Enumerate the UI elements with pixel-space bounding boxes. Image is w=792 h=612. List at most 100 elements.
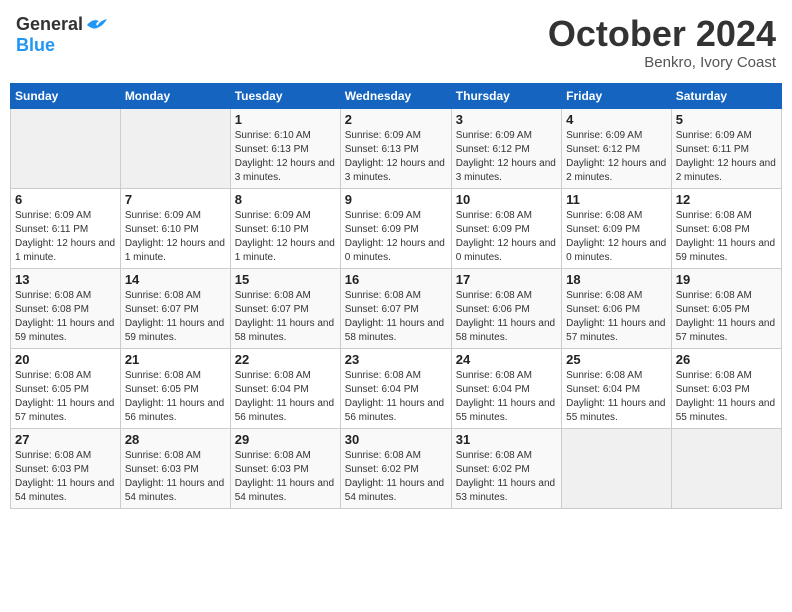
day-number: 1 <box>235 112 336 127</box>
calendar-day-cell <box>671 428 781 508</box>
day-info: Sunrise: 6:09 AMSunset: 6:12 PMDaylight:… <box>456 129 557 185</box>
day-number: 17 <box>456 272 557 287</box>
calendar-day-cell: 21 Sunrise: 6:08 AMSunset: 6:05 PMDayligh… <box>120 348 230 428</box>
location-subtitle: Benkro, Ivory Coast <box>548 54 776 71</box>
day-number: 27 <box>15 432 116 447</box>
day-number: 2 <box>345 112 447 127</box>
day-number: 13 <box>15 272 116 287</box>
day-number: 10 <box>456 192 557 207</box>
calendar-day-cell: 24 Sunrise: 6:08 AMSunset: 6:04 PMDayligh… <box>451 348 561 428</box>
day-info: Sunrise: 6:09 AMSunset: 6:11 PMDaylight:… <box>676 129 777 185</box>
logo-blue-text: Blue <box>16 35 55 56</box>
day-info: Sunrise: 6:08 AMSunset: 6:07 PMDaylight:… <box>125 289 226 345</box>
month-title: October 2024 <box>548 14 776 54</box>
page-header: General Blue October 2024 Benkro, Ivory … <box>10 10 782 75</box>
day-number: 6 <box>15 192 116 207</box>
day-info: Sunrise: 6:08 AMSunset: 6:03 PMDaylight:… <box>235 449 336 505</box>
day-number: 23 <box>345 352 447 367</box>
calendar-day-cell: 1 Sunrise: 6:10 AMSunset: 6:13 PMDaylight… <box>230 108 340 188</box>
day-info: Sunrise: 6:08 AMSunset: 6:08 PMDaylight:… <box>15 289 116 345</box>
day-info: Sunrise: 6:10 AMSunset: 6:13 PMDaylight:… <box>235 129 336 185</box>
day-info: Sunrise: 6:08 AMSunset: 6:04 PMDaylight:… <box>235 369 336 425</box>
calendar-day-cell <box>120 108 230 188</box>
day-number: 29 <box>235 432 336 447</box>
calendar-week-row: 20 Sunrise: 6:08 AMSunset: 6:05 PMDayligh… <box>11 348 782 428</box>
calendar-day-cell: 11 Sunrise: 6:08 AMSunset: 6:09 PMDayligh… <box>562 188 672 268</box>
calendar-day-cell: 2 Sunrise: 6:09 AMSunset: 6:13 PMDaylight… <box>340 108 451 188</box>
day-number: 31 <box>456 432 557 447</box>
day-number: 15 <box>235 272 336 287</box>
day-number: 26 <box>676 352 777 367</box>
day-number: 24 <box>456 352 557 367</box>
day-info: Sunrise: 6:08 AMSunset: 6:06 PMDaylight:… <box>456 289 557 345</box>
day-info: Sunrise: 6:08 AMSunset: 6:08 PMDaylight:… <box>676 209 777 265</box>
calendar-week-row: 13 Sunrise: 6:08 AMSunset: 6:08 PMDayligh… <box>11 268 782 348</box>
calendar-day-cell: 10Sunrise: 6:08 AMSunset: 6:09 PMDayligh… <box>451 188 561 268</box>
day-info: Sunrise: 6:08 AMSunset: 6:06 PMDaylight:… <box>566 289 667 345</box>
calendar-table: SundayMondayTuesdayWednesdayThursdayFrid… <box>10 83 782 509</box>
day-number: 9 <box>345 192 447 207</box>
calendar-day-cell: 22 Sunrise: 6:08 AMSunset: 6:04 PMDayligh… <box>230 348 340 428</box>
weekday-header: Saturday <box>671 83 781 108</box>
day-info: Sunrise: 6:09 AMSunset: 6:09 PMDaylight:… <box>345 209 447 265</box>
calendar-day-cell: 9 Sunrise: 6:09 AMSunset: 6:09 PMDaylight… <box>340 188 451 268</box>
day-info: Sunrise: 6:09 AMSunset: 6:13 PMDaylight:… <box>345 129 447 185</box>
calendar-day-cell: 20Sunrise: 6:08 AMSunset: 6:05 PMDayligh… <box>11 348 121 428</box>
weekday-header: Sunday <box>11 83 121 108</box>
day-info: Sunrise: 6:08 AMSunset: 6:03 PMDaylight:… <box>125 449 226 505</box>
day-number: 28 <box>125 432 226 447</box>
calendar-day-cell: 7Sunrise: 6:09 AMSunset: 6:10 PMDaylight… <box>120 188 230 268</box>
calendar-week-row: 1 Sunrise: 6:10 AMSunset: 6:13 PMDaylight… <box>11 108 782 188</box>
weekday-header: Tuesday <box>230 83 340 108</box>
day-number: 21 <box>125 352 226 367</box>
calendar-week-row: 27 Sunrise: 6:08 AMSunset: 6:03 PMDayligh… <box>11 428 782 508</box>
weekday-header: Monday <box>120 83 230 108</box>
day-info: Sunrise: 6:08 AMSunset: 6:04 PMDaylight:… <box>456 369 557 425</box>
calendar-day-cell: 26 Sunrise: 6:08 AMSunset: 6:03 PMDayligh… <box>671 348 781 428</box>
day-number: 22 <box>235 352 336 367</box>
day-info: Sunrise: 6:08 AMSunset: 6:09 PMDaylight:… <box>566 209 667 265</box>
weekday-header: Thursday <box>451 83 561 108</box>
calendar-day-cell: 31 Sunrise: 6:08 AMSunset: 6:02 PMDayligh… <box>451 428 561 508</box>
day-info: Sunrise: 6:08 AMSunset: 6:03 PMDaylight:… <box>676 369 777 425</box>
logo-bird-icon <box>85 16 107 34</box>
calendar-day-cell <box>562 428 672 508</box>
logo: General Blue <box>16 14 107 56</box>
day-number: 11 <box>566 192 667 207</box>
day-info: Sunrise: 6:08 AMSunset: 6:03 PMDaylight:… <box>15 449 116 505</box>
day-info: Sunrise: 6:08 AMSunset: 6:07 PMDaylight:… <box>345 289 447 345</box>
day-number: 12 <box>676 192 777 207</box>
day-number: 16 <box>345 272 447 287</box>
weekday-header: Wednesday <box>340 83 451 108</box>
calendar-day-cell: 14 Sunrise: 6:08 AMSunset: 6:07 PMDayligh… <box>120 268 230 348</box>
calendar-day-cell: 30 Sunrise: 6:08 AMSunset: 6:02 PMDayligh… <box>340 428 451 508</box>
day-number: 4 <box>566 112 667 127</box>
day-info: Sunrise: 6:08 AMSunset: 6:02 PMDaylight:… <box>456 449 557 505</box>
day-number: 14 <box>125 272 226 287</box>
weekday-header: Friday <box>562 83 672 108</box>
day-number: 20 <box>15 352 116 367</box>
day-number: 18 <box>566 272 667 287</box>
day-info: Sunrise: 6:09 AMSunset: 6:11 PMDaylight:… <box>15 209 116 265</box>
day-info: Sunrise: 6:08 AMSunset: 6:02 PMDaylight:… <box>345 449 447 505</box>
calendar-day-cell: 17 Sunrise: 6:08 AMSunset: 6:06 PMDayligh… <box>451 268 561 348</box>
calendar-day-cell: 3Sunrise: 6:09 AMSunset: 6:12 PMDaylight… <box>451 108 561 188</box>
calendar-day-cell: 28 Sunrise: 6:08 AMSunset: 6:03 PMDayligh… <box>120 428 230 508</box>
day-info: Sunrise: 6:08 AMSunset: 6:05 PMDaylight:… <box>125 369 226 425</box>
day-number: 30 <box>345 432 447 447</box>
day-info: Sunrise: 6:08 AMSunset: 6:04 PMDaylight:… <box>566 369 667 425</box>
calendar-day-cell: 27 Sunrise: 6:08 AMSunset: 6:03 PMDayligh… <box>11 428 121 508</box>
day-number: 8 <box>235 192 336 207</box>
calendar-day-cell: 8Sunrise: 6:09 AMSunset: 6:10 PMDaylight… <box>230 188 340 268</box>
calendar-day-cell: 15Sunrise: 6:08 AMSunset: 6:07 PMDayligh… <box>230 268 340 348</box>
day-number: 19 <box>676 272 777 287</box>
calendar-day-cell: 18 Sunrise: 6:08 AMSunset: 6:06 PMDayligh… <box>562 268 672 348</box>
calendar-day-cell: 23Sunrise: 6:08 AMSunset: 6:04 PMDayligh… <box>340 348 451 428</box>
day-info: Sunrise: 6:09 AMSunset: 6:12 PMDaylight:… <box>566 129 667 185</box>
calendar-day-cell: 4 Sunrise: 6:09 AMSunset: 6:12 PMDaylight… <box>562 108 672 188</box>
calendar-header-row: SundayMondayTuesdayWednesdayThursdayFrid… <box>11 83 782 108</box>
logo-general-text: General <box>16 14 83 35</box>
calendar-week-row: 6 Sunrise: 6:09 AMSunset: 6:11 PMDaylight… <box>11 188 782 268</box>
calendar-day-cell: 5Sunrise: 6:09 AMSunset: 6:11 PMDaylight… <box>671 108 781 188</box>
day-number: 7 <box>125 192 226 207</box>
